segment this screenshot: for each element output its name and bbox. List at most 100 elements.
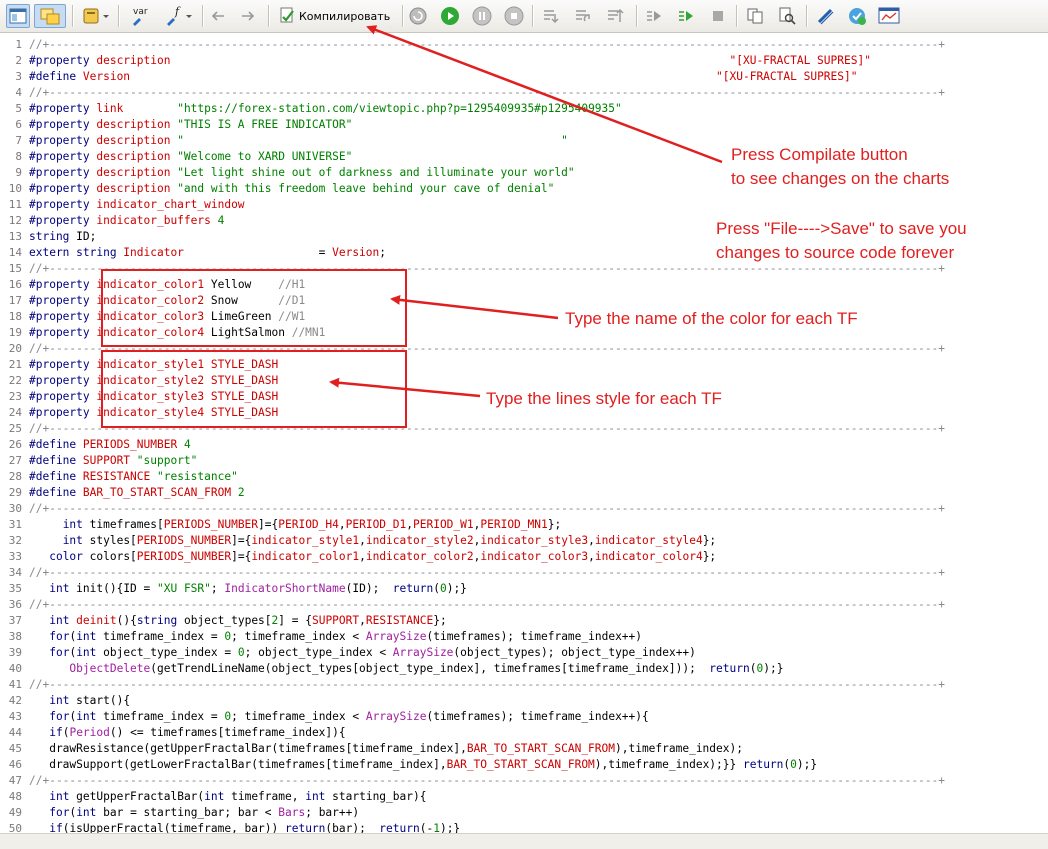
code-line[interactable]: #property description "Welcome to XARD U… — [29, 149, 352, 165]
code-token: #define — [29, 486, 83, 499]
code-token: 4 — [183, 438, 191, 451]
code-token: timeframe, — [231, 790, 306, 803]
line-number: 26 — [8, 438, 22, 451]
code-line[interactable]: for(int timeframe_index = 0; timeframe_i… — [29, 629, 642, 645]
copy-icon — [747, 8, 763, 24]
copy-button[interactable] — [742, 4, 768, 28]
horizontal-scrollbar[interactable] — [0, 833, 1048, 849]
stop-test-button[interactable] — [706, 4, 730, 28]
code-token: "resistance" — [156, 470, 238, 483]
code-line[interactable]: int deinit(){string object_types[2] = {S… — [29, 613, 447, 629]
stop-button[interactable] — [502, 4, 526, 28]
code-token: ArraySize — [365, 710, 427, 723]
forward-button[interactable] — [236, 4, 260, 28]
find-button[interactable] — [774, 4, 800, 28]
arrow-right-icon — [242, 11, 255, 21]
code-line[interactable]: //+-------------------------------------… — [29, 37, 945, 53]
code-token: PERIODS_NUMBER — [136, 534, 232, 547]
code-line[interactable]: #property description "[XU-FRACTAL SUPRE… — [29, 53, 871, 69]
code-token: #property — [29, 358, 97, 371]
code-line[interactable]: int getUpperFractalBar(int timeframe, in… — [29, 789, 426, 805]
arrow-left-icon — [211, 11, 224, 21]
step-over-button[interactable] — [570, 4, 596, 28]
code-line[interactable]: #define RESISTANCE "resistance" — [29, 469, 238, 485]
navigator-toggle-button[interactable] — [6, 4, 30, 28]
code-token: indicator_color4 — [594, 550, 703, 563]
code-line[interactable]: for(int object_type_index = 0; object_ty… — [29, 645, 696, 661]
styler-button[interactable] — [812, 4, 838, 28]
code-line[interactable]: //+-------------------------------------… — [29, 773, 945, 789]
pause-button[interactable] — [470, 4, 494, 28]
back-button[interactable] — [206, 4, 230, 28]
insert-variable-button[interactable]: var — [126, 4, 156, 28]
code-line[interactable]: int styles[PERIODS_NUMBER]={indicator_st… — [29, 533, 716, 549]
code-line[interactable]: for(int bar = starting_bar; bar < Bars; … — [29, 805, 359, 821]
code-line[interactable]: //+-------------------------------------… — [29, 85, 945, 101]
code-line[interactable]: for(int timeframe_index = 0; timeframe_i… — [29, 709, 649, 725]
toolbox-toggle-button[interactable] — [34, 4, 66, 28]
code-token: SUPPORT — [311, 614, 360, 627]
code-line[interactable]: #property description "Let light shine o… — [29, 165, 575, 181]
line-number: 41 — [8, 678, 22, 691]
step-into-button[interactable] — [538, 4, 564, 28]
code-line[interactable]: int init(){ID = "XU FSR"; IndicatorShort… — [29, 581, 467, 597]
code-token: PERIODS_NUMBER — [136, 550, 232, 563]
code-line[interactable]: string ID; — [29, 229, 96, 245]
terminal-button[interactable] — [876, 4, 902, 28]
code-line[interactable]: color colors[PERIODS_NUMBER]={indicator_… — [29, 549, 716, 565]
code-token: ; — [379, 246, 387, 259]
code-line[interactable]: //+-------------------------------------… — [29, 565, 945, 581]
code-token: indicator_buffers — [96, 214, 218, 227]
test-realtime-button[interactable] — [674, 4, 698, 28]
code-line[interactable]: drawResistance(getUpperFractalBar(timefr… — [29, 741, 743, 757]
code-line[interactable]: //+-------------------------------------… — [29, 597, 945, 613]
code-token: #property — [29, 390, 97, 403]
test-history-button[interactable] — [642, 4, 666, 28]
code-token: );} — [446, 582, 467, 595]
code-line[interactable]: #define PERIODS_NUMBER 4 — [29, 437, 191, 453]
code-line[interactable]: int start(){ — [29, 693, 130, 709]
market-button[interactable] — [844, 4, 870, 28]
line-number: 5 — [15, 102, 22, 115]
code-line[interactable]: //+-------------------------------------… — [29, 501, 945, 517]
navigator-icon — [9, 8, 27, 24]
code-token: #property — [29, 134, 97, 147]
code-token: string — [136, 614, 184, 627]
code-line[interactable]: ObjectDelete(getTrendLineName(object_typ… — [29, 661, 783, 677]
compile-button[interactable]: Компилировать — [274, 4, 398, 28]
comb-icon — [817, 8, 834, 25]
code-token: #property — [29, 406, 97, 419]
code-line[interactable]: if(Period() <= timeframes[timeframe_inde… — [29, 725, 345, 741]
code-line[interactable]: #property indicator_buffers 4 — [29, 213, 224, 229]
code-line[interactable]: #property link "https://forex-station.co… — [29, 101, 622, 117]
code-line[interactable]: #property description "THIS IS A FREE IN… — [29, 117, 352, 133]
code-token: return — [742, 758, 784, 771]
new-file-dropdown-button[interactable] — [78, 4, 114, 28]
code-token: ; object_type_index < — [244, 646, 393, 659]
code-token: , — [338, 518, 346, 531]
code-line[interactable]: #define SUPPORT "support" — [29, 453, 197, 469]
code-line[interactable]: extern string Indicator = Version; — [29, 245, 386, 261]
code-token: extern string — [29, 246, 124, 259]
code-line[interactable]: int timeframes[PERIODS_NUMBER]={PERIOD_H… — [29, 517, 562, 533]
code-line[interactable]: #property description "and with this fre… — [29, 181, 554, 197]
line-number: 18 — [8, 310, 22, 323]
step-out-button[interactable] — [602, 4, 628, 28]
line-number: 32 — [8, 534, 22, 547]
code-token: ; — [210, 582, 225, 595]
code-line[interactable]: #property description " " — [29, 133, 568, 149]
debug-restart-button[interactable] — [406, 4, 430, 28]
code-token: RESISTANCE — [82, 470, 157, 483]
code-line[interactable]: drawSupport(getLowerFractalBar(timeframe… — [29, 757, 817, 773]
start-debug-button[interactable] — [438, 4, 462, 28]
code-line[interactable]: //+-------------------------------------… — [29, 677, 945, 693]
code-token: //+-------------------------------------… — [29, 86, 946, 99]
code-line[interactable]: #define BAR_TO_START_SCAN_FROM 2 — [29, 485, 245, 501]
code-line[interactable]: #define Version "[XU-FRACTAL SUPRES]" — [29, 69, 857, 85]
code-line[interactable]: #property indicator_chart_window — [29, 197, 245, 213]
insert-function-button[interactable]: f — [160, 4, 196, 28]
code-token: (object_types); object_type_index++) — [453, 646, 696, 659]
